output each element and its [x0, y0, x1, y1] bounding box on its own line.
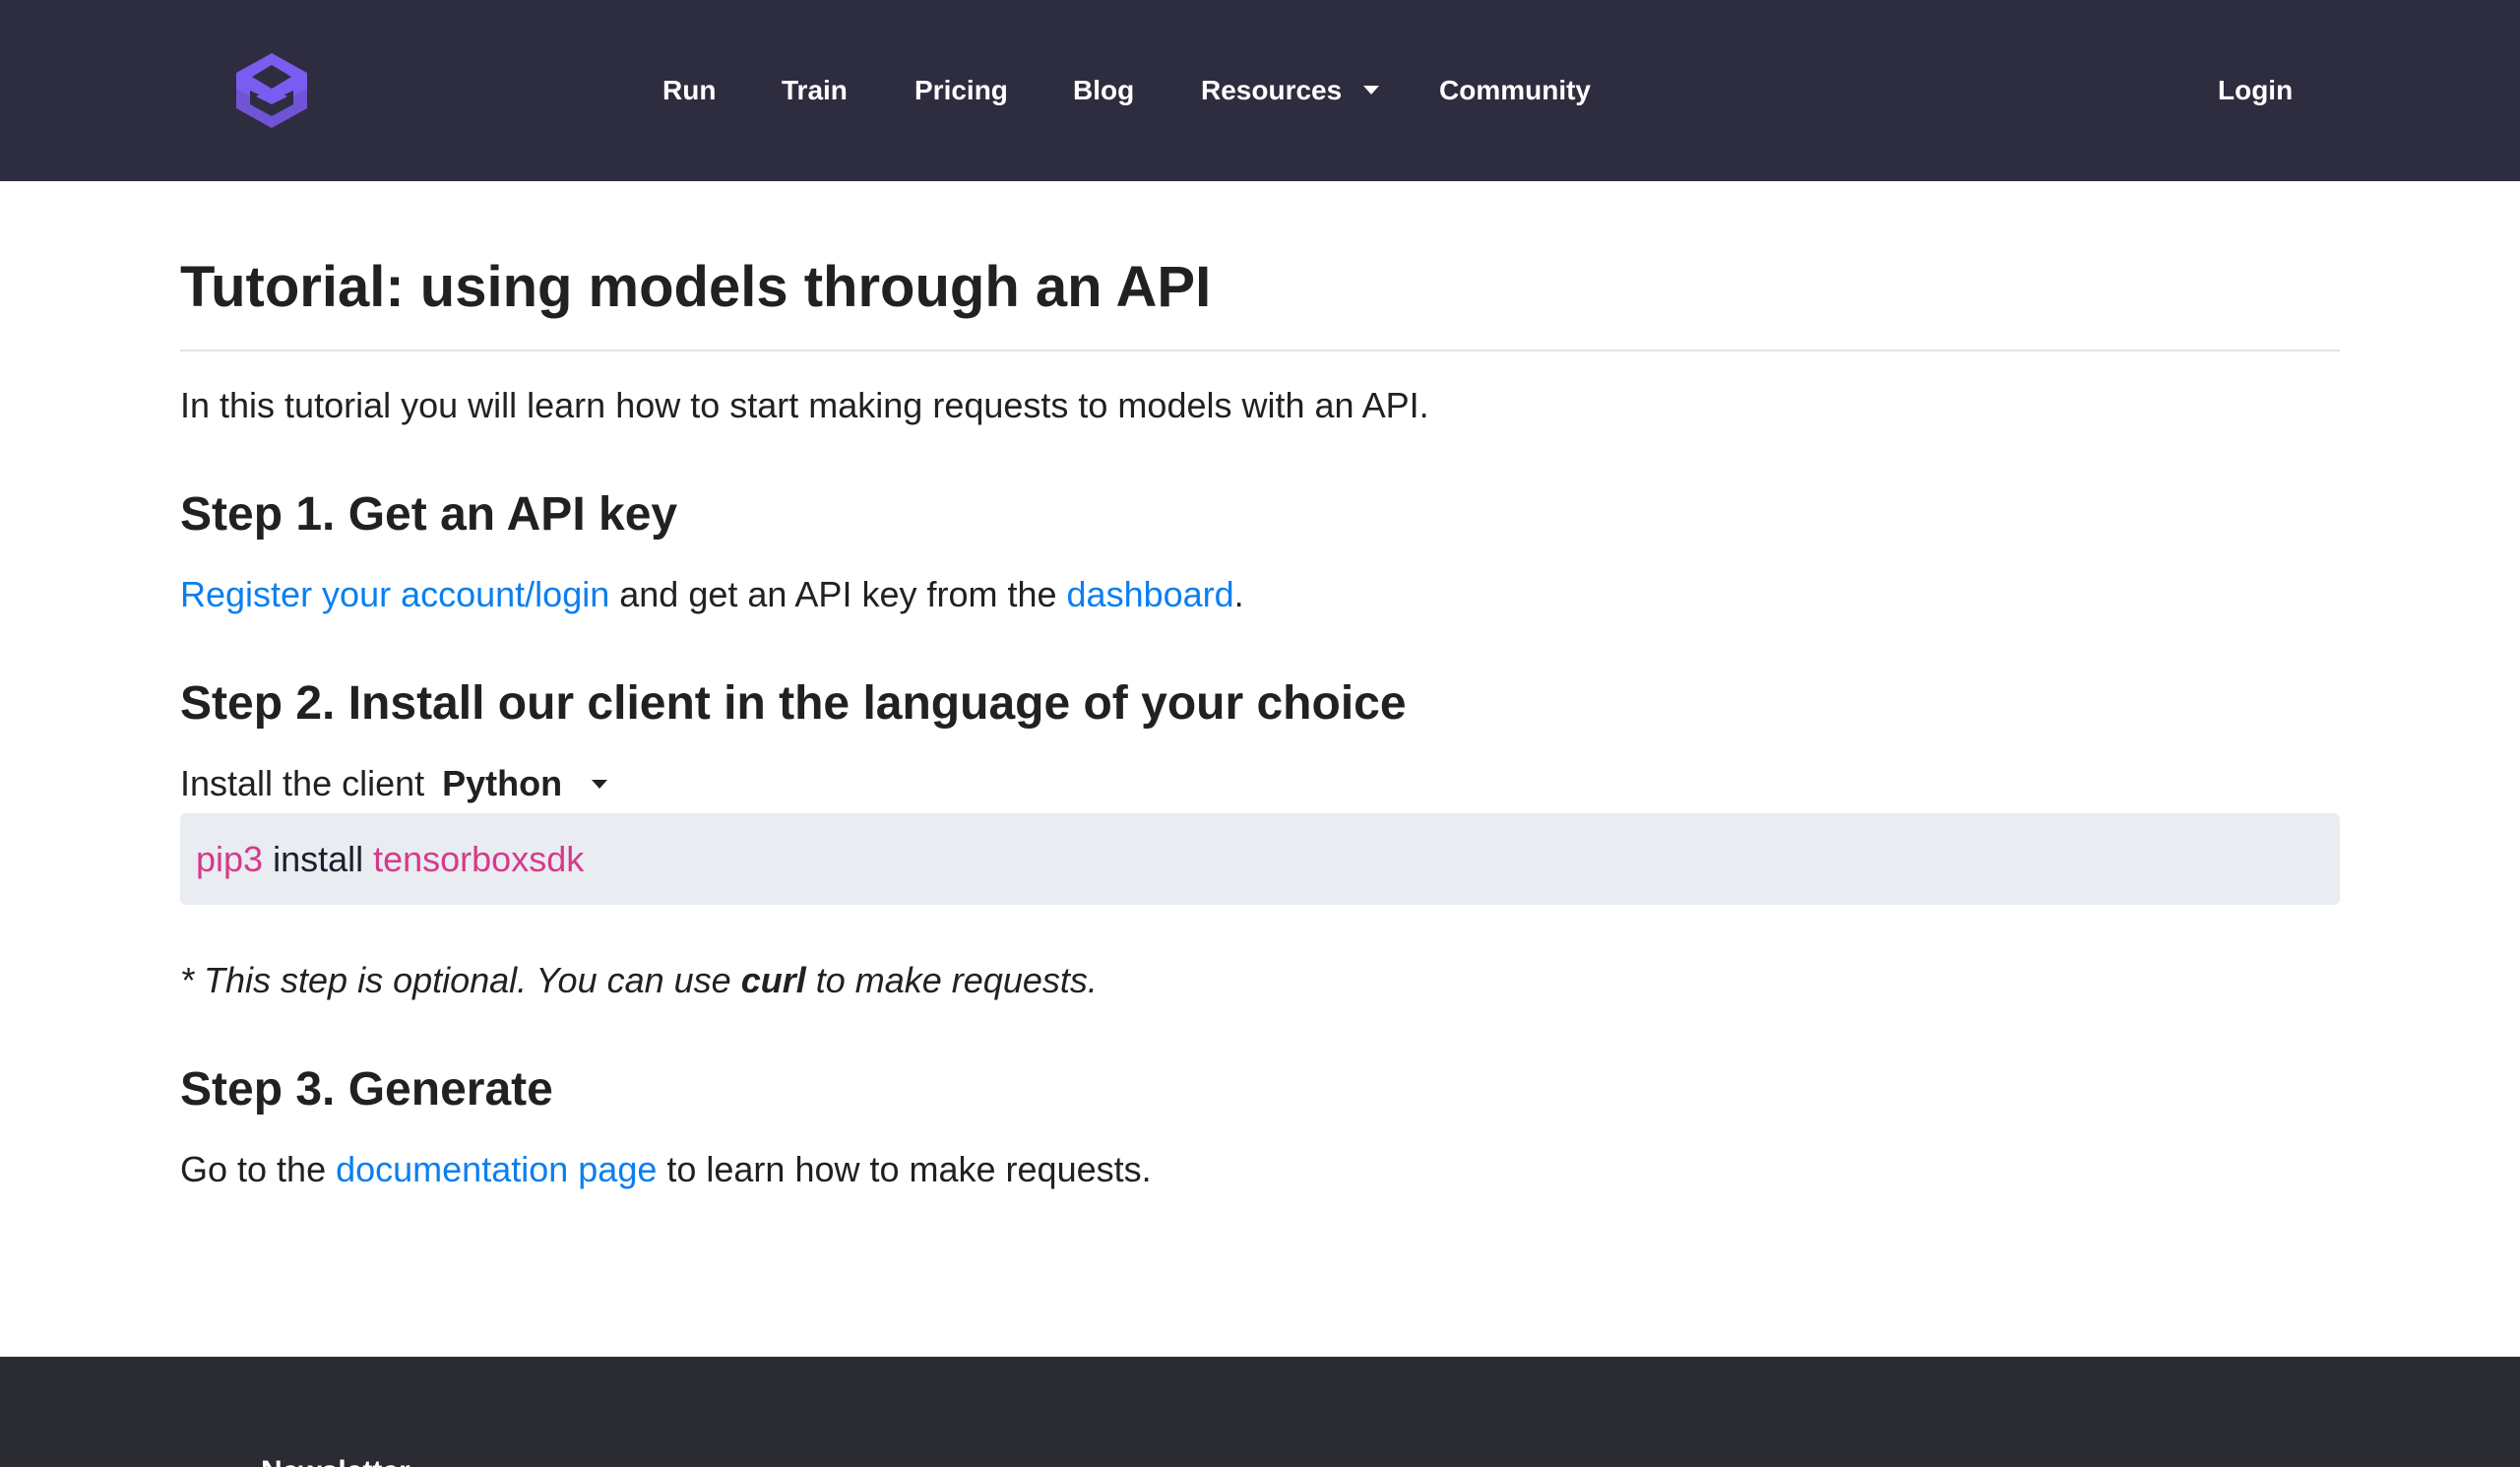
caret-down-icon: [592, 779, 608, 789]
register-login-link[interactable]: Register your account/login: [180, 574, 609, 614]
optional-step-note: * This step is optional. You can use cur…: [180, 957, 1098, 1004]
language-selected-value: Python: [442, 763, 563, 803]
code-subcommand: install: [263, 839, 374, 879]
nav-item-train[interactable]: Train: [782, 71, 848, 110]
nav-item-resources[interactable]: Resources: [1201, 71, 1380, 110]
nav-item-pricing[interactable]: Pricing: [914, 71, 1008, 110]
note-curl-bold: curl: [740, 960, 806, 1000]
step1-text-end: .: [1233, 574, 1244, 614]
title-divider: [180, 350, 2340, 351]
note-text-before: * This step is optional. You can use: [180, 960, 741, 1000]
step3-text-before: Go to the: [180, 1149, 337, 1189]
login-link[interactable]: Login: [2218, 71, 2293, 110]
code-command: pip3: [196, 839, 264, 879]
note-text-after: to make requests.: [805, 960, 1098, 1000]
install-client-line: Install the client Python: [180, 760, 608, 807]
footer-newsletter-heading: Newsletter: [261, 1455, 410, 1467]
code-package-name: tensorboxsdk: [373, 839, 585, 879]
nav-item-community[interactable]: Community: [1439, 71, 1591, 110]
dashboard-link[interactable]: dashboard: [1067, 574, 1234, 614]
top-navigation-bar: Run Train Pricing Blog Resources Communi…: [0, 0, 2520, 181]
step3-heading: Step 3. Generate: [180, 1063, 553, 1116]
step2-heading: Step 2. Install our client in the langua…: [180, 677, 1407, 730]
page-title: Tutorial: using models through an API: [180, 255, 1212, 319]
install-command-code-block[interactable]: pip3 install tensorboxsdk: [180, 813, 2340, 905]
step1-heading: Step 1. Get an API key: [180, 488, 678, 541]
step3-text-after: to learn how to make requests.: [657, 1149, 1152, 1189]
step1-text: Register your account/login and get an A…: [180, 571, 1244, 618]
nav-item-run[interactable]: Run: [662, 71, 716, 110]
nav-item-resources-label: Resources: [1201, 75, 1343, 105]
nav-item-blog[interactable]: Blog: [1073, 71, 1134, 110]
documentation-page-link[interactable]: documentation page: [336, 1149, 657, 1189]
step3-text: Go to the documentation page to learn ho…: [180, 1146, 1152, 1193]
logo-icon[interactable]: [228, 47, 315, 134]
intro-text: In this tutorial you will learn how to s…: [180, 385, 1429, 425]
install-client-label: Install the client: [180, 763, 425, 803]
page-footer: Newsletter: [0, 1357, 2520, 1467]
caret-down-icon: [1363, 86, 1380, 96]
step1-text-middle: and get an API key from the: [609, 574, 1067, 614]
language-select[interactable]: Python: [442, 760, 608, 807]
